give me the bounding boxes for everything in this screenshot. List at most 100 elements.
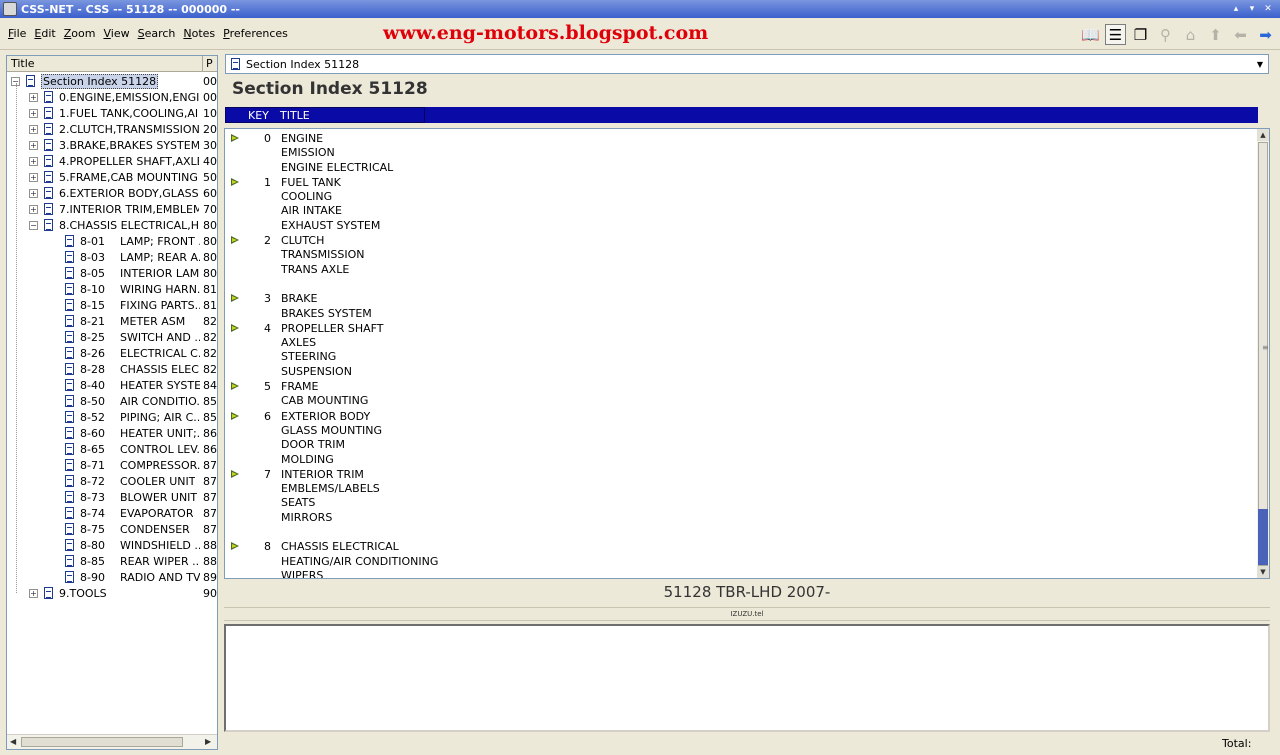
tree-child[interactable]: 8-26 ELECTRICAL C... 82	[65, 345, 217, 361]
play-arrow-icon[interactable]	[231, 294, 239, 303]
index-title[interactable]: PROPELLER SHAFT	[281, 322, 384, 336]
collapse-icon[interactable]: −	[29, 220, 38, 230]
play-arrow-icon[interactable]	[231, 134, 239, 142]
tree-header-title[interactable]: Title	[7, 56, 203, 71]
window-title-bar[interactable]: CSS-NET - CSS -- 51128 -- 000000 -- ▴ ▾ …	[0, 0, 1280, 18]
pane-splitter[interactable]: IZUZU.tel	[224, 607, 1270, 621]
tree-section[interactable]: +3.BRAKE,BRAKES SYSTEM 30	[29, 137, 217, 153]
book-icon[interactable]: 📖	[1080, 24, 1101, 45]
index-title[interactable]: BRAKES SYSTEM	[281, 307, 372, 321]
index-title[interactable]: COOLING	[281, 190, 380, 204]
tree-child[interactable]: 8-72 COOLER UNIT 87	[65, 473, 217, 489]
index-title[interactable]: EXTERIOR BODY	[281, 410, 382, 424]
index-title[interactable]: STEERING	[281, 350, 384, 364]
index-title[interactable]: ENGINE	[281, 132, 393, 146]
tree-child[interactable]: 8-10 WIRING HARN... 81	[65, 281, 217, 297]
expand-icon[interactable]: +	[29, 92, 38, 102]
tree-section[interactable]: +2.CLUTCH,TRANSMISSION... 20	[29, 121, 217, 137]
index-title[interactable]: CHASSIS ELECTRICAL	[281, 540, 438, 554]
index-title[interactable]: SEATS	[281, 496, 380, 510]
list-view-icon[interactable]: ☰	[1105, 24, 1126, 45]
menu-view[interactable]: View	[103, 27, 129, 40]
expand-icon[interactable]: +	[29, 172, 38, 182]
tree-section[interactable]: +6.EXTERIOR BODY,GLASS ... 60	[29, 185, 217, 201]
tree-child[interactable]: 8-03 LAMP; REAR A... 80	[65, 249, 217, 265]
tree-child[interactable]: 8-05 INTERIOR LAM...80	[65, 265, 217, 281]
index-title[interactable]: WIPERS	[281, 569, 438, 578]
scroll-thumb[interactable]	[21, 737, 183, 747]
tree-child[interactable]: 8-75 CONDENSER 87	[65, 521, 217, 537]
play-arrow-icon[interactable]	[231, 382, 239, 391]
tree-root[interactable]: − Section Index 51128 00	[11, 73, 217, 89]
index-title[interactable]: DOOR TRIM	[281, 438, 382, 452]
minimize-icon[interactable]: ▴	[1230, 3, 1242, 15]
expand-icon[interactable]: +	[29, 588, 38, 598]
menu-zoom[interactable]: Zoom	[64, 27, 96, 40]
scroll-up-icon[interactable]: ▲	[1257, 129, 1269, 141]
close-icon[interactable]: ✕	[1262, 3, 1274, 15]
scroll-left-icon[interactable]: ◀	[10, 737, 16, 746]
tree-child[interactable]: 8-90 RADIO AND TV 89	[65, 569, 217, 585]
tree-child[interactable]: 8-40 HEATER SYSTE...84	[65, 377, 217, 393]
tree-section[interactable]: +9.TOOLS 90	[29, 585, 217, 601]
index-title[interactable]: TRANS AXLE	[281, 263, 364, 277]
play-arrow-icon[interactable]	[231, 542, 239, 551]
index-title[interactable]: SUSPENSION	[281, 365, 384, 379]
index-title[interactable]	[281, 277, 364, 291]
tree-child[interactable]: 8-65 CONTROL LEV... 86	[65, 441, 217, 457]
index-title[interactable]: GLASS MOUNTING	[281, 424, 382, 438]
tree-child[interactable]: 8-74 EVAPORATOR 87	[65, 505, 217, 521]
expand-icon[interactable]: +	[29, 156, 38, 166]
tree-child[interactable]: 8-71 COMPRESSOR... 87	[65, 457, 217, 473]
zoom-icon[interactable]: ⚲	[1155, 24, 1176, 45]
tree-child[interactable]: 8-25 SWITCH AND ... 82	[65, 329, 217, 345]
index-vertical-scrollbar[interactable]: ▲ ≡ ▼	[1257, 129, 1269, 578]
tree-child[interactable]: 8-60 HEATER UNIT;... 86	[65, 425, 217, 441]
play-arrow-icon[interactable]	[231, 411, 239, 420]
index-title[interactable]: TRANSMISSION	[281, 248, 364, 262]
expand-icon[interactable]: +	[29, 140, 38, 150]
tree-section[interactable]: +1.FUEL TANK,COOLING,AI... 10	[29, 105, 217, 121]
tree-child[interactable]: 8-73 BLOWER UNIT 87	[65, 489, 217, 505]
menu-preferences[interactable]: Preferences	[223, 27, 288, 40]
tree-child[interactable]: 8-85 REAR WIPER ... 88	[65, 553, 217, 569]
tree-child[interactable]: 8-80 WINDSHIELD ... 88	[65, 537, 217, 553]
section-combo[interactable]: Section Index 51128 ▼	[225, 54, 1269, 74]
index-title[interactable]: FUEL TANK	[281, 176, 380, 190]
tree-horizontal-scrollbar[interactable]: ◀ ▶	[7, 734, 217, 749]
copy-icon[interactable]: ❐	[1130, 24, 1151, 45]
index-title[interactable]: EMBLEMS/LABELS	[281, 482, 380, 496]
expand-icon[interactable]: +	[29, 108, 38, 118]
chevron-down-icon[interactable]: ▼	[1254, 57, 1266, 71]
index-title[interactable]: CLUTCH	[281, 234, 364, 248]
scroll-down-icon[interactable]: ▼	[1257, 566, 1269, 578]
tree-section[interactable]: − 8.CHASSIS ELECTRICAL,H... 80	[29, 217, 217, 233]
tree-header-p[interactable]: P	[203, 56, 217, 71]
play-arrow-icon[interactable]	[231, 236, 239, 245]
scroll-thumb[interactable]: ≡	[1258, 142, 1269, 566]
index-title[interactable]: INTERIOR TRIM	[281, 468, 380, 482]
menu-search[interactable]: Search	[138, 27, 176, 40]
expand-icon[interactable]: +	[29, 124, 38, 134]
expand-icon[interactable]: +	[29, 188, 38, 198]
scroll-right-icon[interactable]: ▶	[205, 737, 211, 746]
index-title[interactable]	[281, 525, 380, 539]
index-title[interactable]: FRAME	[281, 380, 368, 394]
tree-child[interactable]: 8-15 FIXING PARTS... 81	[65, 297, 217, 313]
tree-section[interactable]: +5.FRAME,CAB MOUNTING 50	[29, 169, 217, 185]
tree-child[interactable]: 8-01 LAMP; FRONT ... 80	[65, 233, 217, 249]
menu-edit[interactable]: Edit	[34, 27, 55, 40]
column-title-header[interactable]: TITLE	[280, 109, 310, 122]
tree-section[interactable]: +0.ENGINE,EMISSION,ENGI... 00	[29, 89, 217, 105]
column-key-header[interactable]: KEY	[248, 109, 269, 122]
tree-section[interactable]: +7.INTERIOR TRIM,EMBLEM... 70	[29, 201, 217, 217]
index-title[interactable]: HEATING/AIR CONDITIONING	[281, 555, 438, 569]
expand-icon[interactable]: +	[29, 204, 38, 214]
tree-child[interactable]: 8-52 PIPING; AIR C... 85	[65, 409, 217, 425]
play-arrow-icon[interactable]	[231, 177, 239, 186]
index-title[interactable]: AXLES	[281, 336, 384, 350]
back-arrow-icon[interactable]: ⬅	[1230, 24, 1251, 45]
up-arrow-icon[interactable]: ⬆	[1205, 24, 1226, 45]
index-title[interactable]: EMISSION	[281, 146, 393, 160]
tree-child[interactable]: 8-28 CHASSIS ELEC...82	[65, 361, 217, 377]
